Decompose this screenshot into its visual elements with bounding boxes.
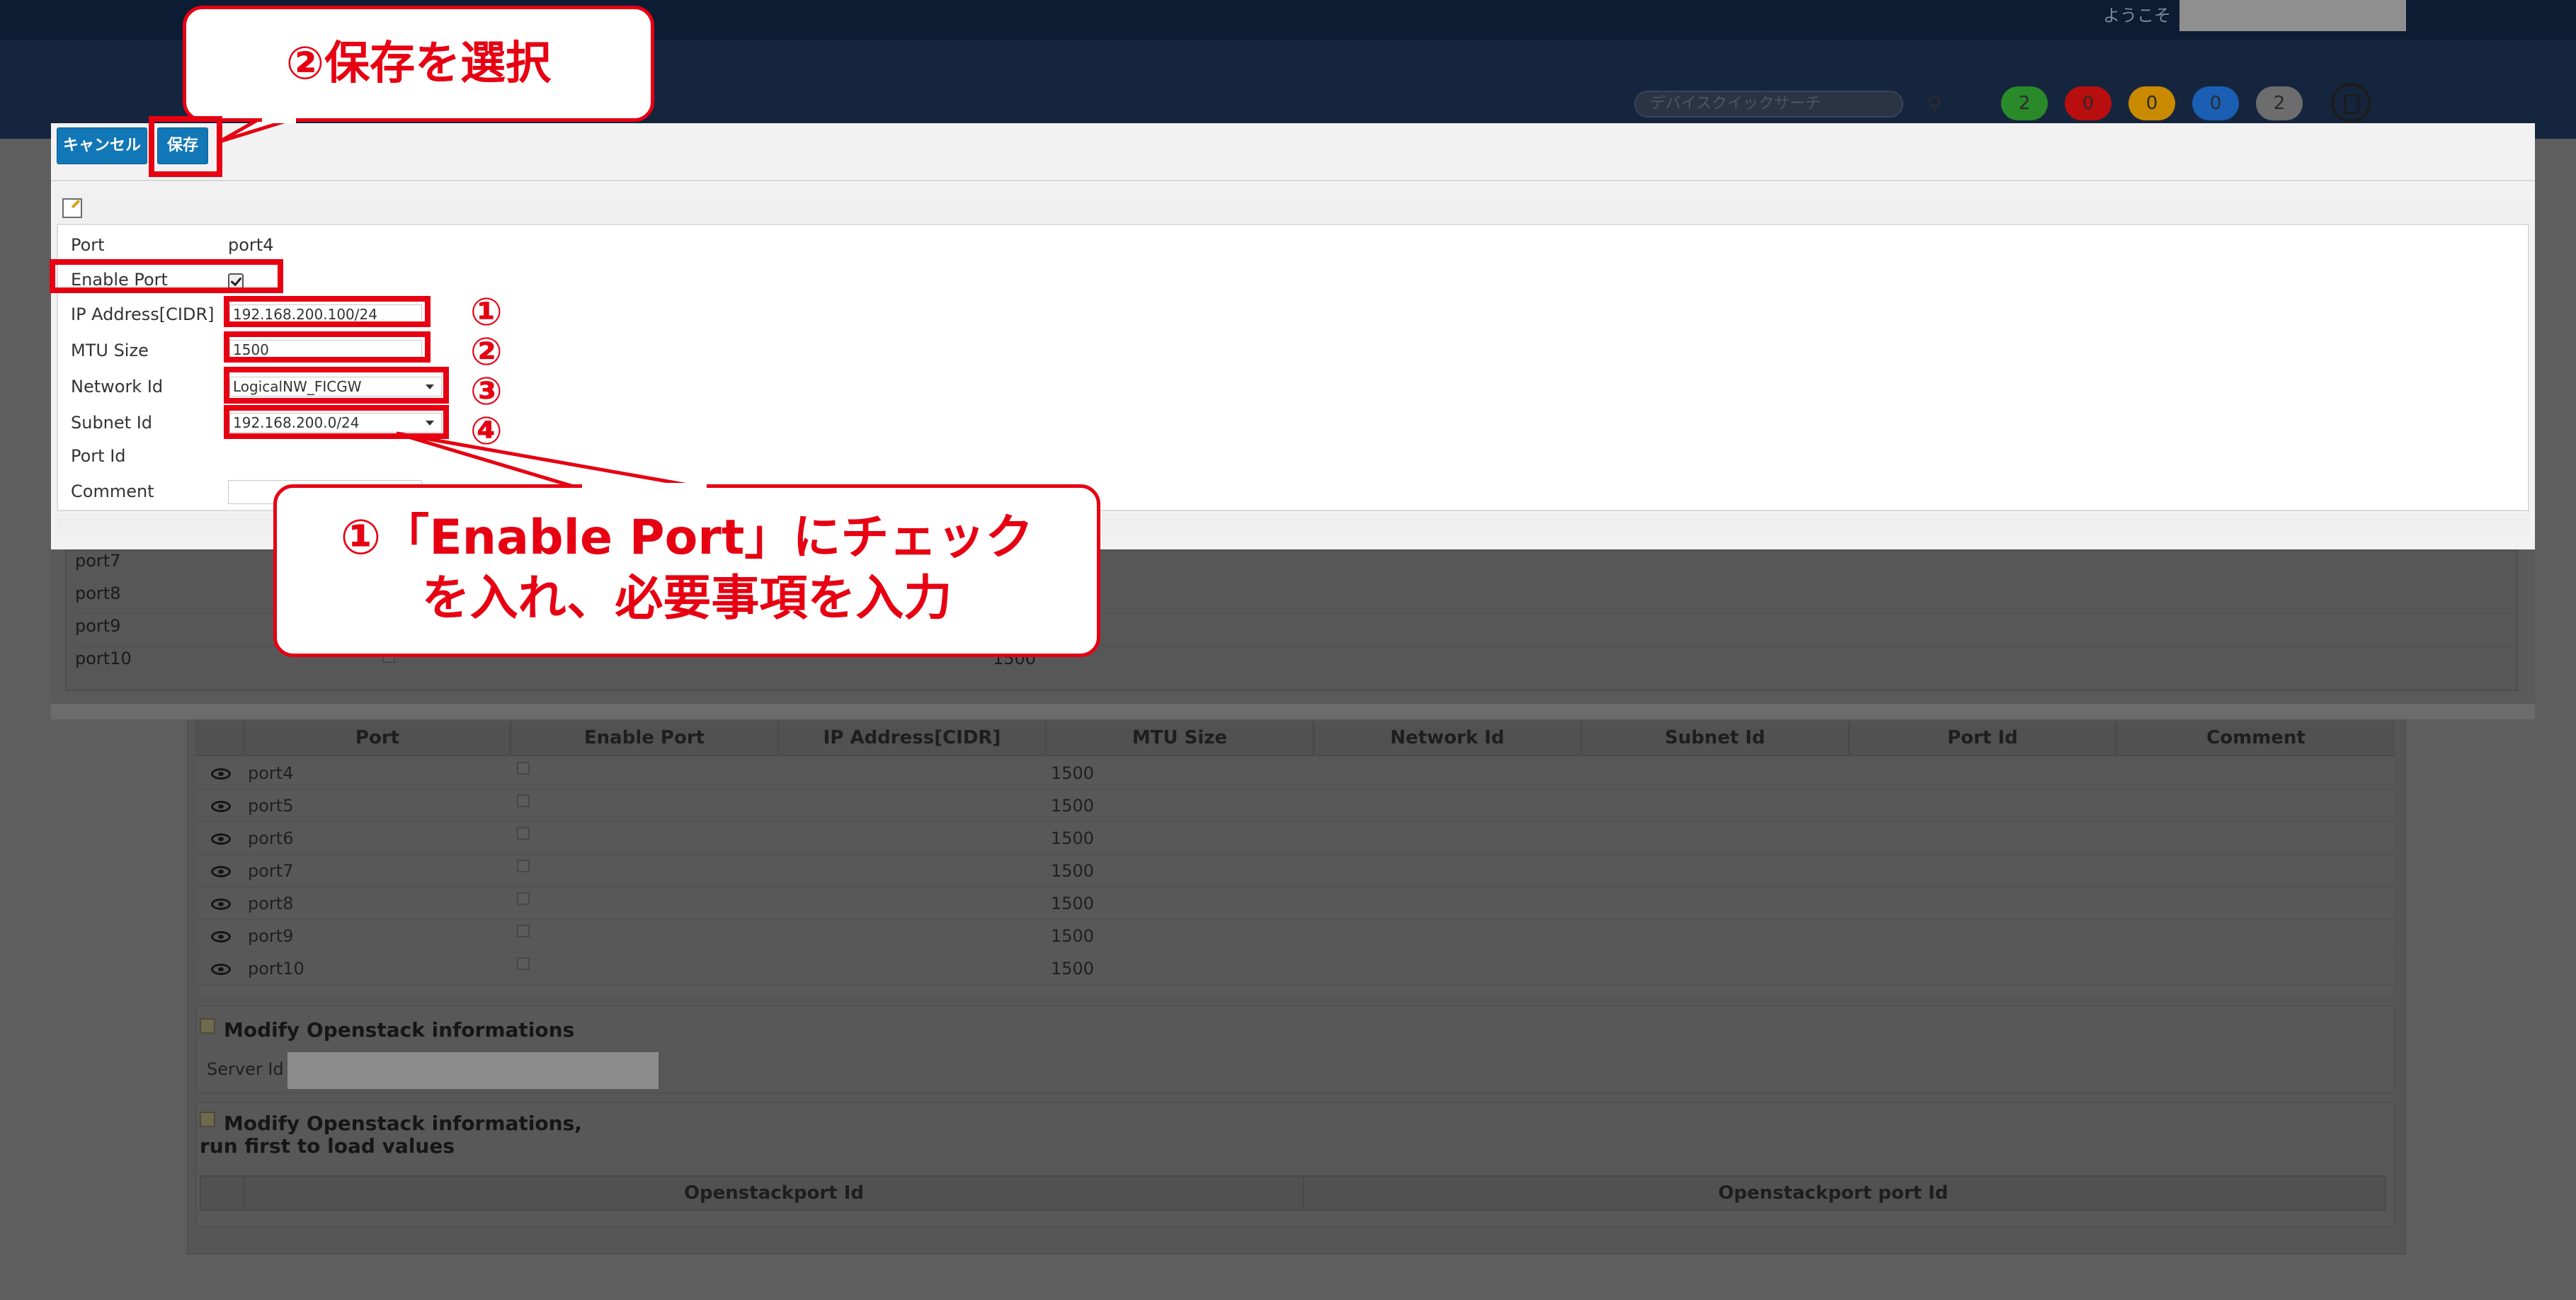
mtu-highlight-box (224, 331, 431, 363)
callout-pointer-joint (582, 483, 707, 490)
step-mark-3: ③ (470, 369, 503, 414)
subnet-id-highlight-box (224, 405, 449, 439)
callout-line-1: ①「Enable Port」にチェック (340, 510, 1034, 566)
network-id-highlight-box (224, 367, 449, 404)
save-highlight-box (149, 116, 222, 177)
callout-pointer-joint (262, 115, 296, 123)
ip-address-highlight-box (224, 296, 431, 327)
input-instruction-callout: ①「Enable Port」にチェック を入れ、必要事項を入力 (273, 484, 1100, 657)
input-callout-pointer (396, 431, 709, 491)
step-mark-1: ① (470, 290, 503, 334)
callout-line-2: を入れ、必要事項を入力 (421, 571, 952, 627)
step-mark-4: ④ (470, 409, 503, 453)
enable-port-highlight-box (50, 259, 283, 293)
step-mark-2: ② (470, 329, 503, 374)
save-instruction-callout: ②保存を選択 (183, 6, 654, 122)
